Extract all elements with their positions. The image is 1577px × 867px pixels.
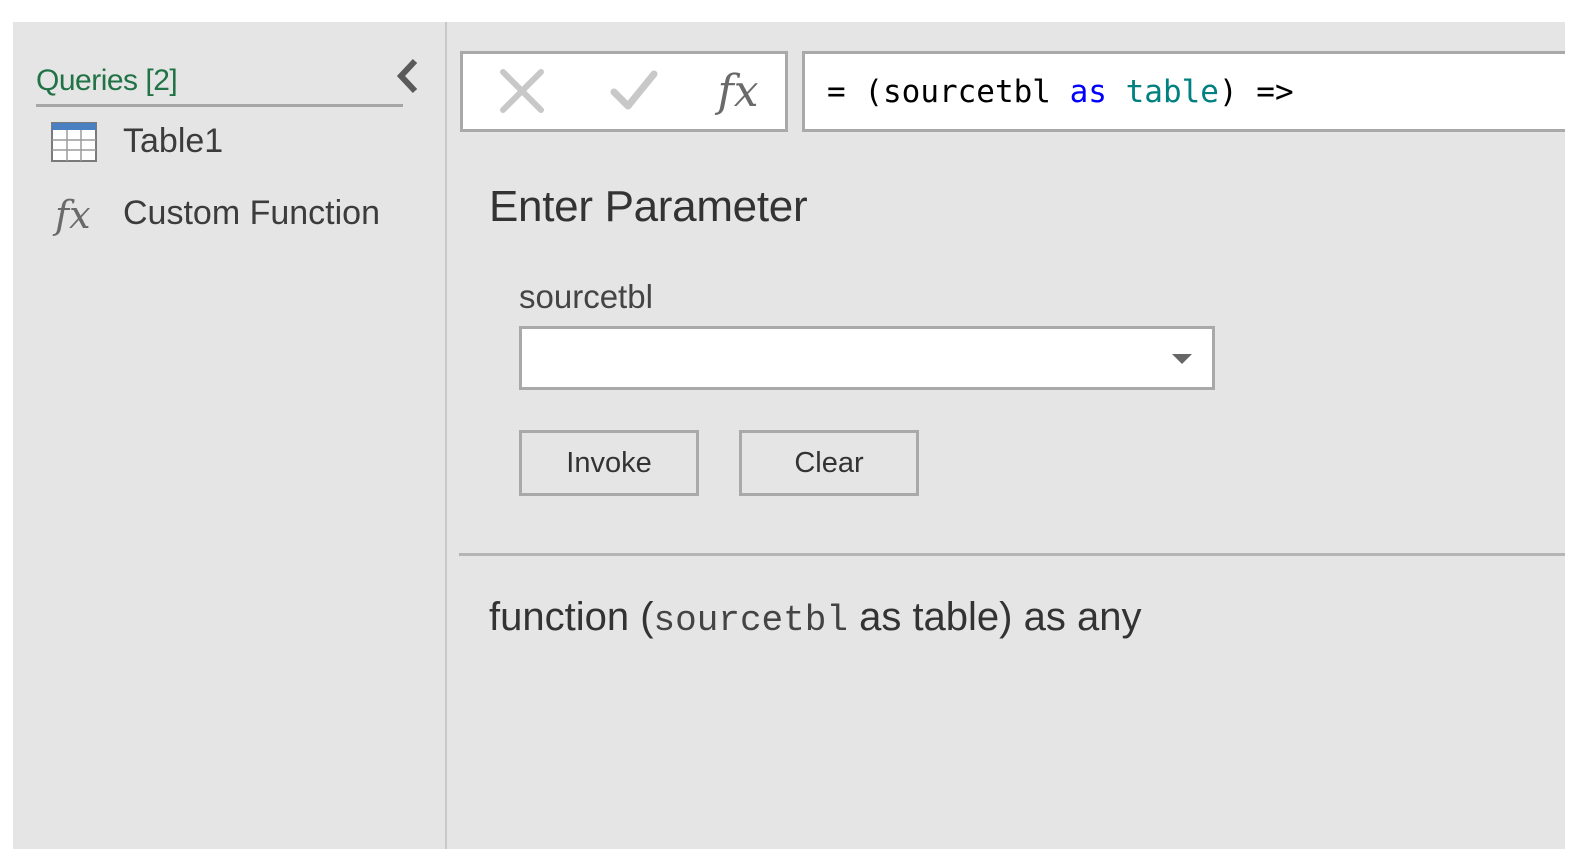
query-item-label: Table1 (123, 122, 224, 160)
parameter-label: sourcetbl (519, 278, 653, 315)
formula-actions: fx (460, 51, 788, 132)
fx-icon: fx (55, 193, 91, 237)
cancel-formula-button[interactable] (493, 64, 553, 120)
commit-formula-button[interactable] (606, 64, 666, 120)
parameter-dropdown[interactable] (519, 326, 1215, 390)
chevron-down-icon[interactable] (1172, 354, 1192, 364)
close-icon (500, 69, 544, 113)
formula-text[interactable]: = (sourcetbl as table) => (827, 74, 1294, 110)
chevron-left-icon (396, 58, 418, 94)
formula-bar[interactable]: = (sourcetbl as table) => (802, 51, 1565, 132)
checkmark-icon (610, 70, 658, 110)
formula-token: ) => (1218, 74, 1294, 110)
queries-title: Queries [2] (36, 64, 178, 97)
formula-keyword-as: as (1069, 74, 1107, 110)
formula-token (1107, 74, 1126, 110)
insert-function-button[interactable]: fx (708, 64, 768, 120)
query-item-table1[interactable]: Table1 (51, 118, 421, 174)
query-item-label: Custom Function (123, 194, 380, 232)
formula-type-table: table (1125, 74, 1219, 110)
query-item-custom-function[interactable]: fx Custom Function (51, 190, 421, 246)
power-query-editor: Queries [2] Table1 fx Custom Function fx… (13, 22, 1565, 849)
signature-prefix: function ( (489, 595, 654, 639)
signature-param: sourcetbl (653, 600, 848, 641)
enter-parameter-title: Enter Parameter (489, 182, 808, 231)
invoke-button[interactable]: Invoke (519, 430, 699, 496)
clear-button[interactable]: Clear (739, 430, 919, 496)
formula-token: = (sourcetbl (827, 74, 1070, 110)
signature-suffix: as table) as any (847, 595, 1142, 639)
table-icon (51, 118, 99, 166)
divider (459, 553, 1565, 556)
function-signature: function (sourcetbl as table) as any (489, 595, 1141, 641)
queries-header: Queries [2] (36, 64, 403, 107)
queries-pane: Queries [2] Table1 fx Custom Function (13, 22, 447, 849)
main-pane: fx = (sourcetbl as table) => Enter Param… (447, 22, 1565, 849)
collapse-queries-button[interactable] (393, 57, 425, 95)
